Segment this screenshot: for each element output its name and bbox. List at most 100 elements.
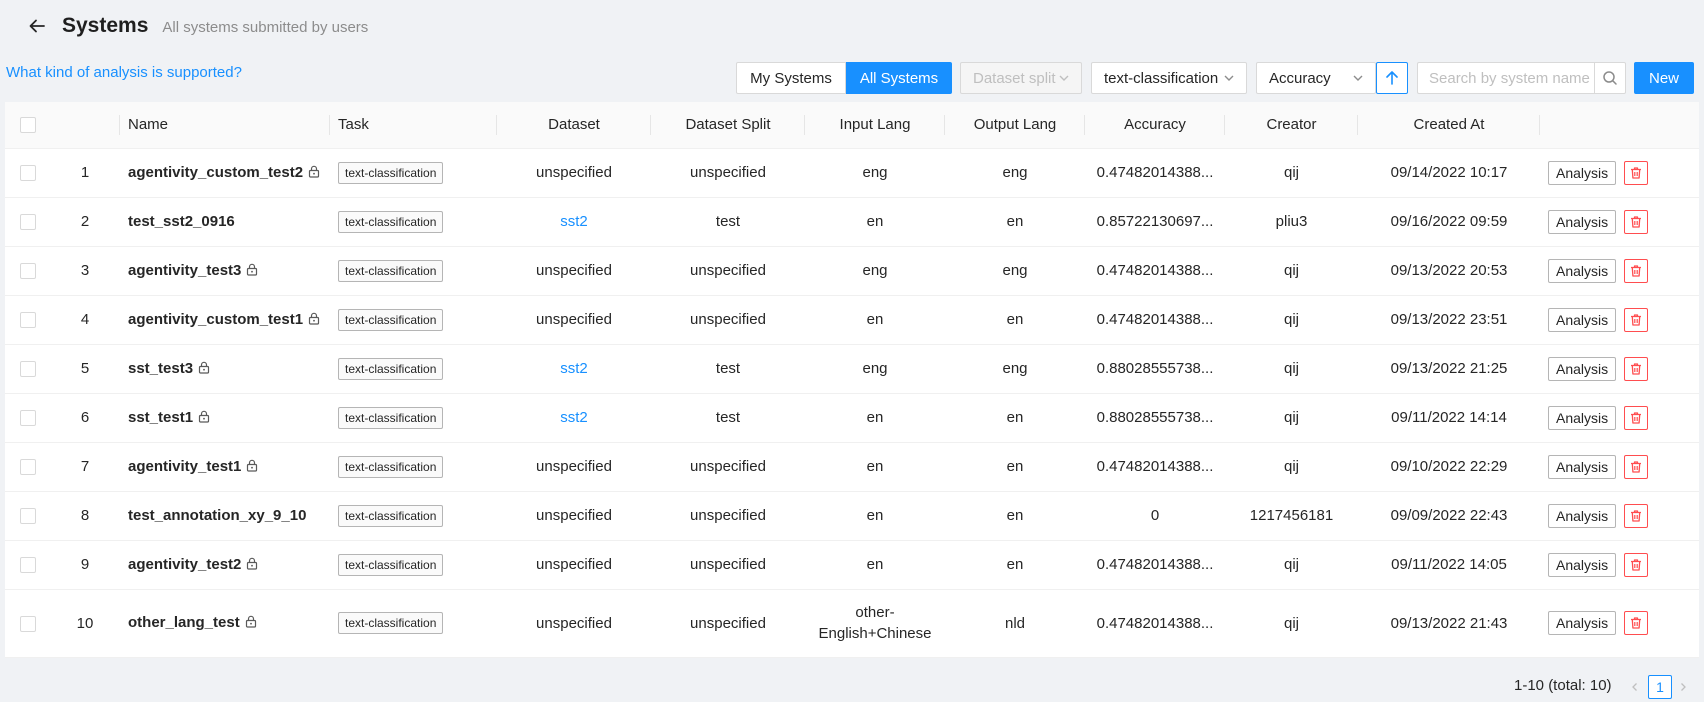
dataset-link[interactable]: sst2 bbox=[560, 213, 588, 230]
row-checkbox[interactable] bbox=[19, 312, 36, 329]
output-lang-cell: eng bbox=[945, 246, 1085, 296]
output-lang-cell: en bbox=[945, 491, 1085, 541]
dataset-link[interactable]: sst2 bbox=[560, 409, 588, 426]
accuracy-cell: 0.47482014388... bbox=[1085, 246, 1225, 296]
row-checkbox[interactable] bbox=[19, 165, 36, 182]
delete-button[interactable] bbox=[1624, 552, 1649, 577]
page-number-button[interactable]: 1 bbox=[1648, 675, 1672, 699]
select-all-checkbox[interactable] bbox=[19, 117, 36, 134]
system-name-cell: agentivity_test2 bbox=[120, 540, 330, 590]
system-name-cell: agentivity_custom_test2 bbox=[120, 148, 330, 198]
creator-cell: qij bbox=[1225, 393, 1358, 443]
dataset-split-placeholder: Dataset split bbox=[973, 69, 1056, 87]
actions-cell: Analysis bbox=[1540, 148, 1699, 198]
analysis-button[interactable]: Analysis bbox=[1548, 209, 1617, 234]
analysis-button[interactable]: Analysis bbox=[1548, 160, 1617, 185]
search-button[interactable] bbox=[1594, 62, 1626, 94]
table-row: 4 agentivity_custom_test1 text-classificat… bbox=[5, 295, 1699, 345]
input-lang-line: other- bbox=[855, 604, 895, 621]
metric-select[interactable]: Accuracy bbox=[1256, 62, 1376, 94]
delete-button[interactable] bbox=[1624, 503, 1649, 528]
sort-order-button[interactable] bbox=[1376, 62, 1408, 94]
dataset-link[interactable]: sst2 bbox=[560, 360, 588, 377]
task-cell: text-classification bbox=[330, 491, 497, 541]
delete-button[interactable] bbox=[1624, 307, 1649, 332]
input-lang-cell: en bbox=[805, 197, 945, 247]
row-checkbox[interactable] bbox=[19, 410, 36, 427]
analysis-button[interactable]: Analysis bbox=[1548, 258, 1617, 283]
analysis-button[interactable]: Analysis bbox=[1548, 356, 1617, 381]
system-name-cell: agentivity_test1 bbox=[120, 442, 330, 492]
accuracy-cell: 0.47482014388... bbox=[1085, 442, 1225, 492]
delete-button[interactable] bbox=[1624, 454, 1649, 479]
analysis-button[interactable]: Analysis bbox=[1548, 454, 1617, 479]
arrow-left-icon[interactable] bbox=[26, 15, 48, 37]
accuracy-cell: 0.47482014388... bbox=[1085, 148, 1225, 198]
row-select-cell bbox=[5, 197, 50, 247]
row-index: 7 bbox=[50, 442, 120, 492]
created-at-cell: 09/16/2022 09:59 bbox=[1358, 197, 1540, 247]
dataset-split-select[interactable]: Dataset split bbox=[960, 62, 1082, 94]
task-select[interactable]: text-classification bbox=[1091, 62, 1247, 94]
toolbar: My Systems All Systems Dataset split tex… bbox=[0, 62, 1704, 94]
system-search-input[interactable] bbox=[1417, 62, 1595, 94]
system-name: sst_test1 bbox=[128, 408, 194, 426]
row-index: 9 bbox=[50, 540, 120, 590]
column-header: Created At bbox=[1358, 102, 1540, 149]
analysis-button[interactable]: Analysis bbox=[1548, 405, 1617, 430]
all-systems-tab[interactable]: All Systems bbox=[846, 62, 952, 94]
task-tag: text-classification bbox=[338, 308, 444, 331]
row-checkbox[interactable] bbox=[19, 557, 36, 574]
next-page-icon[interactable] bbox=[1676, 675, 1690, 699]
row-index: 8 bbox=[50, 491, 120, 541]
delete-button[interactable] bbox=[1624, 258, 1649, 283]
system-name: test_sst2_0916 bbox=[128, 213, 235, 230]
dataset-cell: unspecified bbox=[497, 540, 651, 590]
output-lang-cell: nld bbox=[945, 589, 1085, 658]
trash-icon bbox=[1629, 460, 1643, 474]
page-header: Systems All systems submitted by users bbox=[0, 0, 1704, 52]
task-cell: text-classification bbox=[330, 589, 497, 658]
row-select-cell bbox=[5, 442, 50, 492]
analysis-button[interactable]: Analysis bbox=[1548, 552, 1617, 577]
pagination: 1-10 (total: 10) 1 bbox=[0, 675, 1704, 699]
analysis-button[interactable]: Analysis bbox=[1548, 611, 1617, 635]
my-systems-tab[interactable]: My Systems bbox=[736, 62, 846, 94]
metric-select-value: Accuracy bbox=[1269, 69, 1331, 87]
row-checkbox[interactable] bbox=[19, 361, 36, 378]
system-name: agentivity_test1 bbox=[128, 457, 242, 475]
row-checkbox[interactable] bbox=[19, 263, 36, 280]
delete-button[interactable] bbox=[1624, 209, 1649, 234]
row-checkbox[interactable] bbox=[19, 615, 36, 632]
table-row: 5 sst_test3 text-classification sst2 test eng… bbox=[5, 344, 1699, 394]
dataset-cell: unspecified bbox=[497, 148, 651, 198]
dataset-cell: sst2 bbox=[497, 197, 651, 247]
prev-page-icon[interactable] bbox=[1628, 675, 1642, 699]
task-cell: text-classification bbox=[330, 540, 497, 590]
delete-button[interactable] bbox=[1624, 356, 1649, 381]
delete-button[interactable] bbox=[1624, 611, 1649, 635]
table-row: 2 test_sst2_0916 text-classification sst2 te… bbox=[5, 197, 1699, 247]
dataset-cell: unspecified bbox=[497, 246, 651, 296]
delete-button[interactable] bbox=[1624, 405, 1649, 430]
column-header: Output Lang bbox=[945, 102, 1085, 149]
new-system-button[interactable]: New bbox=[1634, 62, 1694, 94]
row-checkbox[interactable] bbox=[19, 459, 36, 476]
input-lang-cell: en bbox=[805, 442, 945, 492]
accuracy-cell: 0.88028555738... bbox=[1085, 393, 1225, 443]
actions-cell: Analysis bbox=[1540, 295, 1699, 345]
delete-button[interactable] bbox=[1624, 160, 1649, 185]
analysis-button[interactable]: Analysis bbox=[1548, 307, 1617, 332]
row-index: 3 bbox=[50, 246, 120, 296]
task-tag: text-classification bbox=[338, 455, 444, 478]
page-subtitle: All systems submitted by users bbox=[162, 18, 369, 36]
analysis-button[interactable]: Analysis bbox=[1548, 503, 1617, 528]
actions-cell: Analysis bbox=[1540, 393, 1699, 443]
row-checkbox[interactable] bbox=[19, 508, 36, 525]
actions-cell: Analysis bbox=[1540, 246, 1699, 296]
lock-icon bbox=[246, 459, 258, 476]
dataset-split-cell: test bbox=[651, 393, 805, 443]
row-checkbox[interactable] bbox=[19, 214, 36, 231]
system-name-cell: sst_test3 bbox=[120, 344, 330, 394]
system-name-cell: sst_test1 bbox=[120, 393, 330, 443]
